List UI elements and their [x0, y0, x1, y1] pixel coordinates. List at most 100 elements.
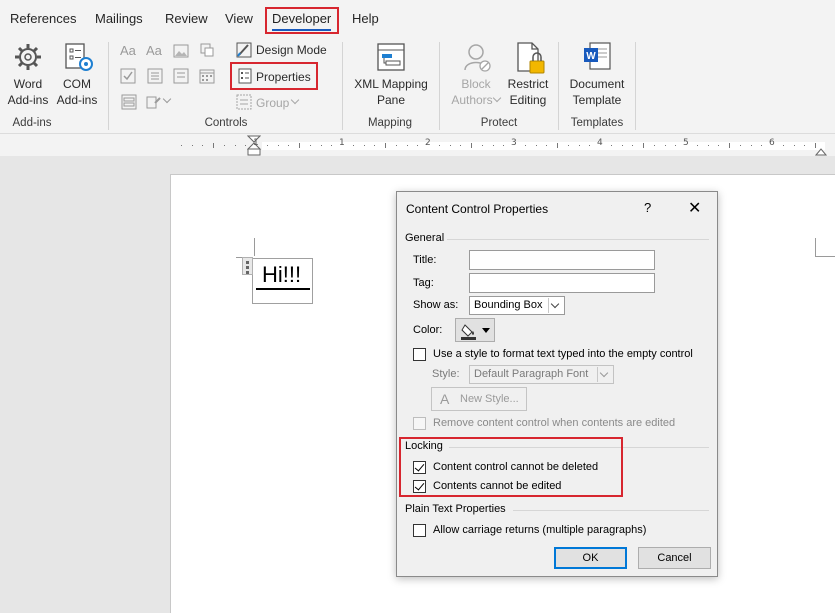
ruler-tick [783, 145, 784, 146]
ruler-tick [331, 145, 332, 146]
tab-references[interactable]: References [10, 11, 76, 26]
svg-text:W: W [586, 51, 596, 62]
cannot-delete-checkbox[interactable] [413, 461, 426, 474]
ruler-tick [181, 145, 182, 146]
cannot-edit-label: Contents cannot be edited [433, 480, 562, 492]
group-icon [236, 94, 252, 110]
checkbox-control-icon[interactable] [120, 68, 136, 84]
new-style-button[interactable]: A New Style... [431, 387, 527, 411]
ruler-number: 2 [425, 138, 431, 148]
ribbon-separator [635, 42, 636, 130]
style-value: Default Paragraph Font [474, 368, 589, 380]
ruler-number: 4 [597, 138, 603, 148]
remove-content-control-checkbox[interactable] [413, 417, 426, 430]
ruler-tick [493, 145, 494, 146]
ruler-tick [245, 145, 246, 146]
ruler-tick [675, 145, 676, 146]
ruler-tick [708, 145, 709, 146]
ruler-tick [632, 145, 633, 146]
cannot-edit-checkbox[interactable] [413, 480, 426, 493]
right-indent-marker-icon[interactable] [815, 146, 827, 156]
group-label-protect: Protect [480, 117, 518, 129]
color-picker-button[interactable] [455, 318, 495, 342]
group-label: Group [256, 96, 290, 110]
show-as-label: Show as: [413, 299, 459, 311]
properties-label: Properties [256, 70, 311, 84]
date-picker-control-icon[interactable] [199, 68, 215, 84]
repeating-section-control-icon[interactable] [121, 94, 137, 110]
style-select[interactable]: Default Paragraph Font [469, 365, 614, 384]
tab-mailings[interactable]: Mailings [95, 11, 143, 26]
ruler-tick [482, 145, 483, 146]
group-label-addins: Add-ins [12, 117, 52, 129]
allow-carriage-returns-checkbox[interactable] [413, 524, 426, 537]
ribbon-separator [108, 42, 109, 130]
legacy-tools-icon[interactable] [146, 94, 162, 110]
ok-button[interactable]: OK [554, 547, 627, 569]
ruler-tick [536, 145, 537, 146]
section-plain-text-properties: Plain Text Properties [405, 503, 506, 515]
ruler-number: 1 [339, 138, 345, 148]
ruler-tick [439, 145, 440, 146]
title-label: Title: [413, 254, 437, 266]
ribbon-separator [558, 42, 559, 130]
ruler-tick [761, 145, 762, 146]
rich-text-control-icon[interactable]: Aa [120, 43, 136, 58]
ruler-tick [407, 145, 408, 146]
help-button[interactable]: ? [644, 200, 651, 215]
content-control-properties-dialog: Content Control Properties ? ✕ General T… [396, 191, 718, 577]
cancel-button[interactable]: Cancel [638, 547, 711, 569]
cannot-delete-label: Content control cannot be deleted [433, 461, 599, 473]
content-control-handle[interactable] [242, 257, 253, 275]
remove-content-control-label: Remove content control when contents are… [433, 417, 676, 429]
show-as-select[interactable]: Bounding Box [469, 296, 565, 315]
new-style-label: New Style... [460, 393, 519, 405]
ruler-tick [579, 145, 580, 146]
ruler-tick [321, 145, 322, 146]
chevron-down-icon [482, 328, 490, 333]
ruler-tick [471, 143, 472, 148]
ruler-tick [804, 145, 805, 146]
ruler-tick [460, 145, 461, 146]
style-label: Style: [432, 368, 460, 380]
com-addins-label-1: COM [63, 77, 91, 91]
building-block-control-icon[interactable] [199, 42, 215, 58]
design-mode-label: Design Mode [256, 43, 327, 57]
crop-mark [815, 238, 816, 256]
color-label: Color: [413, 324, 443, 336]
ribbon-tab-bar: References Mailings Review View Develope… [0, 0, 835, 38]
tab-help[interactable]: Help [352, 11, 379, 26]
ruler-number: 1 [253, 138, 259, 148]
section-general: General [405, 232, 445, 244]
word-addins-label-2: Add-ins [7, 93, 49, 107]
ruler-tick [718, 145, 719, 146]
tab-developer[interactable]: Developer [272, 11, 332, 31]
ruler-tick [794, 145, 795, 146]
ruler-tick [267, 145, 268, 146]
tag-input[interactable] [469, 273, 655, 293]
ruler-tick [278, 145, 279, 146]
content-control-underline [256, 288, 310, 290]
ruler-tick [503, 145, 504, 146]
dropdown-list-control-icon[interactable] [173, 68, 189, 84]
ruler-tick [589, 145, 590, 146]
use-style-label: Use a style to format text typed into th… [433, 348, 693, 360]
ruler-tick [622, 145, 623, 146]
section-divider [449, 447, 709, 448]
content-control-text[interactable]: Hi!!! [262, 262, 301, 288]
use-style-checkbox[interactable] [413, 348, 426, 361]
ruler-tick [299, 143, 300, 148]
tab-review[interactable]: Review [165, 11, 208, 26]
chevron-down-icon [290, 95, 300, 105]
combo-box-control-icon[interactable] [147, 68, 163, 84]
picture-control-icon[interactable] [173, 43, 189, 59]
ruler-tick [353, 145, 354, 146]
title-input[interactable] [469, 250, 655, 270]
tab-view[interactable]: View [225, 11, 253, 26]
crop-mark [815, 256, 835, 257]
horizontal-ruler[interactable]: 1 1 2 3 4 5 6 [0, 134, 835, 156]
close-icon[interactable]: ✕ [688, 198, 701, 218]
plain-text-control-icon[interactable]: Aa [146, 43, 162, 58]
chevron-down-icon [162, 94, 172, 104]
ribbon-separator [342, 42, 343, 130]
